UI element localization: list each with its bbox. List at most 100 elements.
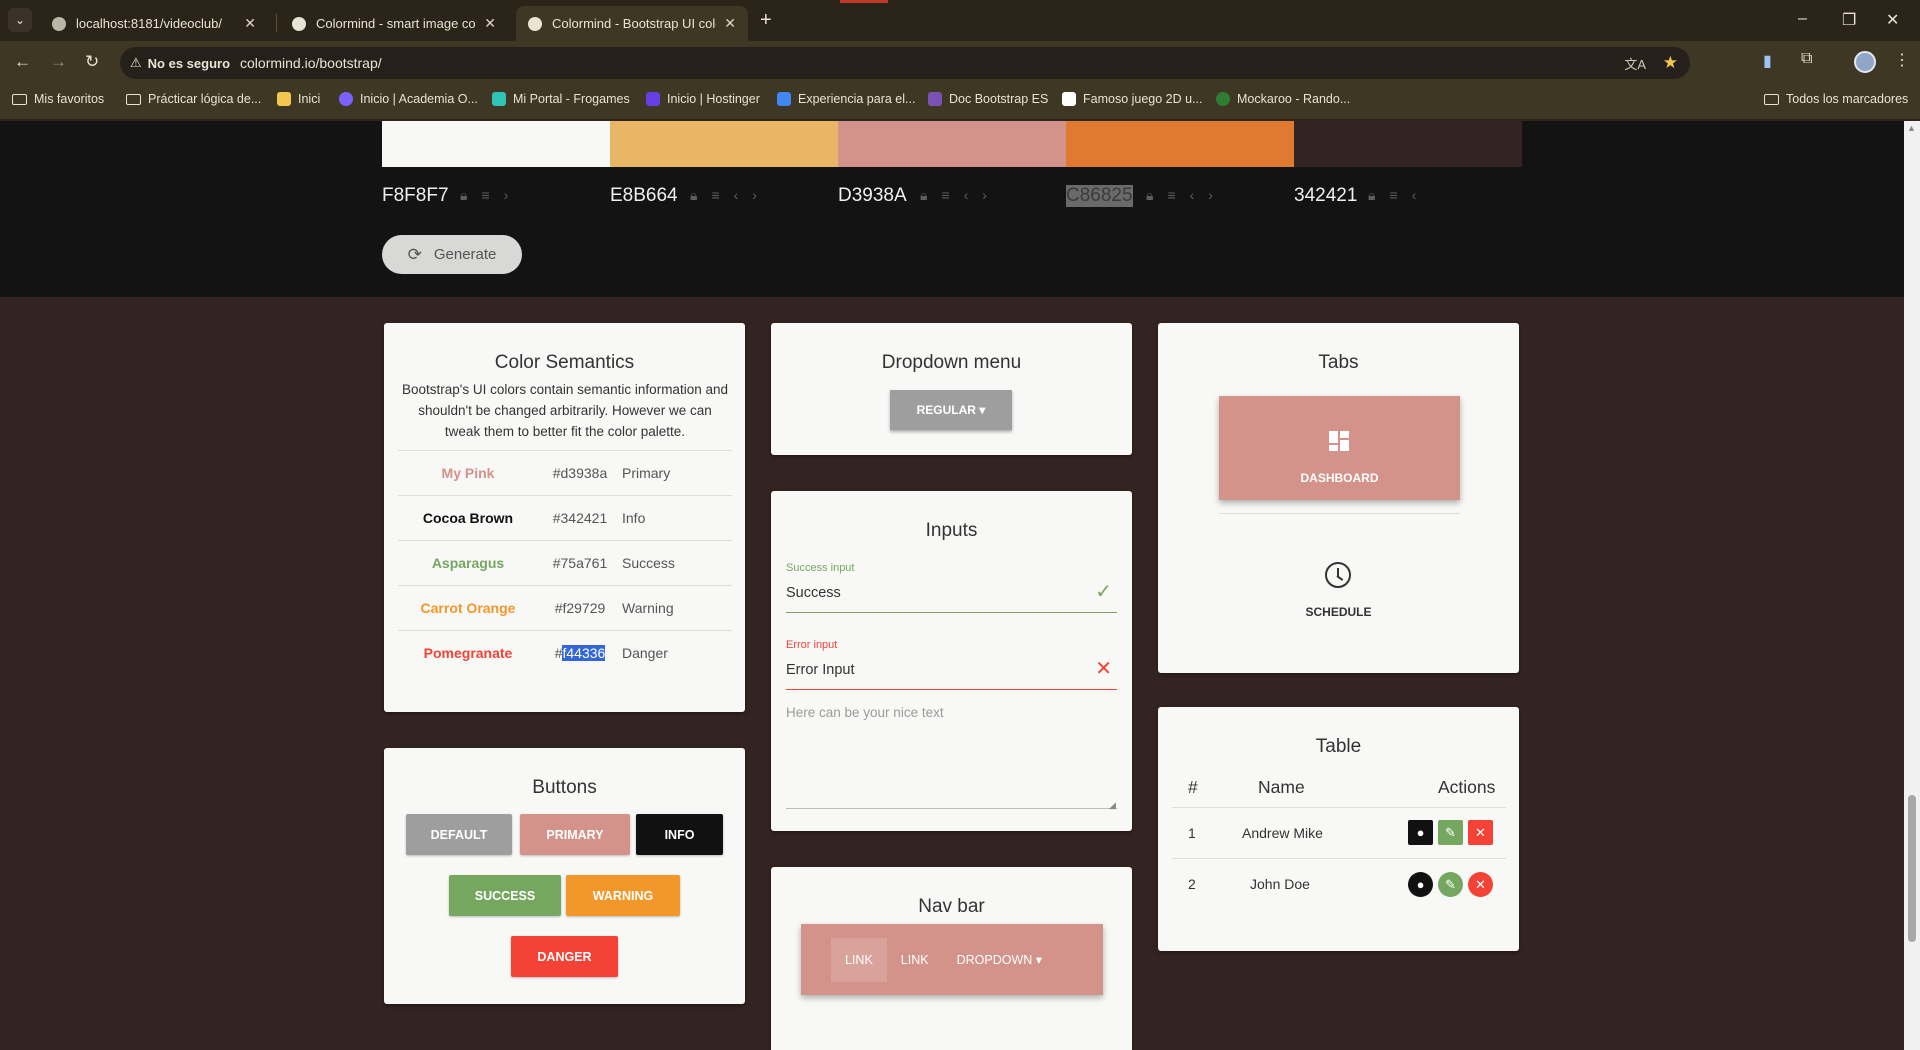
info-button[interactable]: INFO <box>636 814 723 855</box>
nav-link[interactable]: LINK <box>887 938 943 982</box>
generate-button[interactable]: ⟳ Generate <box>382 235 522 274</box>
bookmark[interactable]: Mockaroo - Rando... <box>1216 92 1350 106</box>
user-icon[interactable]: ● <box>1408 872 1433 897</box>
tab-separator <box>276 14 277 32</box>
palette-hex[interactable]: E8B664 <box>610 185 678 207</box>
scrollbar-thumb[interactable] <box>1908 795 1916 942</box>
warning-button[interactable]: WARNING <box>566 875 680 916</box>
reload-icon[interactable]: ↻ <box>85 52 99 72</box>
bookmark[interactable]: Doc Bootstrap ES <box>928 92 1048 106</box>
tab-dashboard[interactable]: DASHBOARD <box>1219 396 1460 500</box>
folder-icon <box>126 93 141 105</box>
dropdown-card: Dropdown menu REGULAR ▾ <box>771 323 1132 455</box>
bookmark-favicon-icon <box>928 92 942 106</box>
tab-search-button[interactable]: ⌄ <box>8 8 32 32</box>
table-header: # <box>1188 777 1198 797</box>
refresh-icon: ⟳ <box>407 244 422 264</box>
palette-controls[interactable]: 🔒︎≡‹› <box>1146 187 1227 204</box>
browser-tab-active[interactable]: Colormind - Bootstrap UI color ✕ <box>516 6 748 41</box>
puzzle-icon[interactable]: ⧉ <box>1801 50 1812 68</box>
palette-hex[interactable]: F8F8F7 <box>382 185 449 207</box>
bookmark-folder[interactable]: Prácticar lógica de... <box>126 92 261 106</box>
color-hex: #75a761 <box>552 555 608 571</box>
warning-icon[interactable]: ⚠ <box>130 55 142 71</box>
palette-hex-selected[interactable]: C86825 <box>1066 185 1133 207</box>
bookmark[interactable]: Inicio | Academia O... <box>339 92 478 106</box>
security-label[interactable]: No es seguro <box>148 56 240 71</box>
palette-swatch[interactable] <box>838 121 1066 167</box>
translate-icon[interactable]: 文A <box>1624 54 1646 73</box>
palette-swatch[interactable] <box>1294 121 1522 167</box>
scroll-up-arrow-icon[interactable]: ▲ <box>1907 123 1916 133</box>
minimize-icon[interactable]: – <box>1798 10 1807 28</box>
back-arrow-icon[interactable]: ← <box>14 52 31 72</box>
card-title: Color Semantics <box>494 352 635 373</box>
palette-swatch[interactable] <box>610 121 838 167</box>
card-title: Table <box>1315 736 1362 757</box>
check-icon: ✓ <box>1095 581 1112 603</box>
palette-swatch[interactable] <box>382 121 610 167</box>
browser-toolbar: ← → ↻ ⚠ No es seguro colormind.io/bootst… <box>0 41 1920 84</box>
dropdown-button[interactable]: REGULAR ▾ <box>890 390 1012 430</box>
browser-tab-bar: ⌄ localhost:8181/videoclub/ ✕ Colormind … <box>0 0 1920 41</box>
color-hex: #f29729 <box>554 600 606 616</box>
textarea-input[interactable]: Here can be your nice text <box>786 705 944 720</box>
card-title: Inputs <box>925 520 978 541</box>
browser-tab[interactable]: localhost:8181/videoclub/ ✕ <box>40 6 268 41</box>
palette-controls[interactable]: 🔒︎≡› <box>460 187 522 204</box>
restore-icon[interactable]: ❐ <box>1842 10 1856 30</box>
bookmark[interactable]: Inicio | Hostinger <box>646 92 760 106</box>
palette-controls[interactable]: 🔒︎≡‹ <box>1368 187 1430 204</box>
card-title: Dropdown menu <box>881 352 1022 373</box>
close-tab-icon[interactable]: ✕ <box>484 15 496 32</box>
resize-handle-icon[interactable]: ◢ <box>1109 800 1116 811</box>
tab-divider <box>1219 513 1460 514</box>
palette-swatch[interactable] <box>1066 121 1294 167</box>
tabs-card: Tabs DASHBOARD SCHEDULE <box>1158 323 1519 673</box>
palette-controls[interactable]: 🔒︎≡‹› <box>690 187 771 204</box>
primary-button[interactable]: PRIMARY <box>520 814 630 855</box>
default-button[interactable]: DEFAULT <box>406 814 512 855</box>
palette-controls[interactable]: 🔒︎≡‹› <box>920 187 1001 204</box>
semantics-row: Asparagus #75a761 Success <box>398 540 732 585</box>
edit-icon[interactable]: ✎ <box>1438 872 1463 897</box>
error-input[interactable]: Error Input <box>786 662 855 678</box>
bookmark-folder[interactable]: Mis favoritos <box>12 92 104 106</box>
url-text[interactable]: colormind.io/bootstrap/ <box>240 55 382 71</box>
color-role: Primary <box>622 465 671 481</box>
extension-icon[interactable]: ▮ <box>1763 51 1772 71</box>
bookmark-star-icon[interactable]: ★ <box>1663 53 1678 73</box>
row-id: 1 <box>1188 825 1196 841</box>
palette-hex[interactable]: D3938A <box>838 185 907 207</box>
address-bar[interactable]: ⚠ No es seguro colormind.io/bootstrap/ 文… <box>120 47 1690 79</box>
table-row: 2 John Doe ● ✎ ✕ <box>1172 858 1506 909</box>
bookmark[interactable]: Mi Portal - Frogames <box>492 92 630 106</box>
bookmark[interactable]: Inici <box>277 92 320 106</box>
table-header: Name <box>1258 777 1305 797</box>
browser-tab[interactable]: Colormind - smart image color ✕ <box>280 6 508 41</box>
user-icon[interactable]: ● <box>1408 820 1433 845</box>
danger-button[interactable]: DANGER <box>511 936 618 977</box>
palette-hex[interactable]: 342421 <box>1294 185 1357 207</box>
success-button[interactable]: SUCCESS <box>449 875 561 916</box>
success-input[interactable]: Success <box>786 585 841 601</box>
close-tab-icon[interactable]: ✕ <box>724 15 736 32</box>
nav-link[interactable]: LINK <box>831 937 887 982</box>
bookmark[interactable]: Famoso juego 2D u... <box>1062 92 1203 106</box>
delete-icon[interactable]: ✕ <box>1468 820 1493 845</box>
semantics-description: Bootstrap's UI colors contain semantic i… <box>402 382 728 439</box>
close-tab-icon[interactable]: ✕ <box>244 15 256 32</box>
bookmark-favicon-icon <box>339 92 353 106</box>
profile-avatar[interactable] <box>1854 51 1876 73</box>
semantics-row: Carrot Orange #f29729 Warning <box>398 585 732 630</box>
nav-dropdown[interactable]: DROPDOWN ▾ <box>943 937 1056 982</box>
window-close-icon[interactable]: ✕ <box>1886 10 1899 30</box>
edit-icon[interactable]: ✎ <box>1438 820 1463 845</box>
all-bookmarks[interactable]: Todos los marcadores <box>1764 92 1908 106</box>
bookmark[interactable]: Experiencia para el... <box>777 92 915 106</box>
delete-icon[interactable]: ✕ <box>1468 872 1493 897</box>
menu-kebab-icon[interactable]: ⋮ <box>1894 50 1910 70</box>
colormind-favicon-icon <box>528 16 542 31</box>
new-tab-button[interactable]: + <box>760 10 772 30</box>
forward-arrow-icon[interactable]: → <box>50 52 67 72</box>
